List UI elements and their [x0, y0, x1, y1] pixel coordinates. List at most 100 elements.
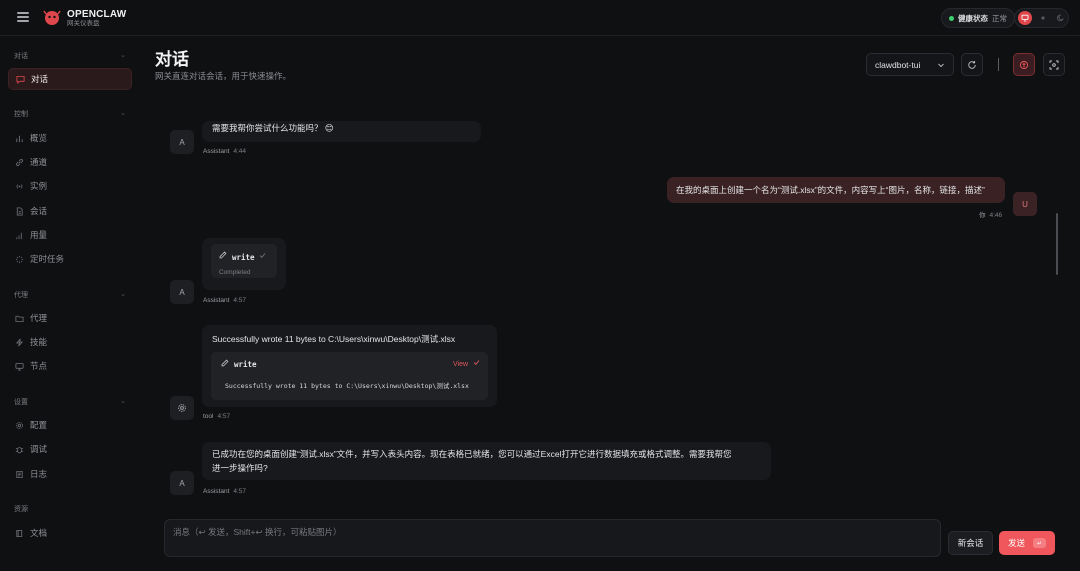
chevron-down-icon: ⌄	[120, 52, 126, 59]
sidebar-item-debug[interactable]: 调试	[8, 438, 132, 460]
theme-system-icon[interactable]	[1018, 11, 1032, 25]
health-value: 正常	[992, 13, 1007, 23]
message-input[interactable]	[165, 520, 940, 556]
sidebar-item-label: 技能	[30, 337, 48, 347]
gear-icon	[178, 404, 186, 412]
top-bar: OPENCLAW 网关仪表盘 健康状态 正常	[0, 0, 1080, 36]
document-icon	[16, 206, 23, 216]
user-message: 在我的桌面上创建一个名为“测试.xlsx”的文件，内容写上“图片，名称，链接，描…	[667, 177, 1005, 203]
brain-icon	[1019, 60, 1029, 69]
send-button[interactable]: 发送 ↵	[999, 531, 1055, 555]
message-time: 4:57	[217, 413, 231, 420]
sidebar-group-control[interactable]: 控制 ⌄	[14, 109, 126, 119]
menu-icon[interactable]	[17, 12, 29, 22]
sidebar-item-config[interactable]: 配置	[8, 414, 132, 436]
sidebar-item-label: 节点	[30, 361, 48, 371]
check-icon	[259, 253, 266, 258]
view-link[interactable]: View	[453, 358, 468, 372]
session-select-value: clawdbot-tui	[875, 59, 921, 70]
session-select[interactable]: clawdbot-tui	[866, 53, 954, 76]
message-meta: Assistant 4:44	[203, 148, 246, 155]
tool-call-card[interactable]: write Completed	[211, 244, 277, 278]
book-icon	[16, 529, 23, 537]
sidebar: 对话 ⌄ 对话 控制 ⌄ 概览 通道 实例 会话 用量 定时任务 代理 ⌄ 代理 技能…	[0, 36, 140, 571]
sidebar-item-nodes[interactable]: 节点	[8, 355, 132, 377]
sidebar-item-agents[interactable]: 代理	[8, 307, 132, 329]
sidebar-group-agents[interactable]: 代理 ⌄	[14, 290, 126, 300]
brand-subtitle: 网关仪表盘	[67, 20, 100, 27]
message-text: 在我的桌面上创建一个名为“测试.xlsx”的文件，内容写上“图片，名称，链接，描…	[676, 185, 985, 195]
tool-output: Successfully wrote 11 bytes to C:\Users\…	[225, 382, 469, 390]
message-meta: tool 4:57	[203, 413, 230, 420]
message-sender: tool	[203, 413, 214, 420]
sidebar-item-skills[interactable]: 技能	[8, 331, 132, 353]
brand: OPENCLAW 网关仪表盘	[67, 9, 126, 28]
sidebar-item-sessions[interactable]: 会话	[8, 200, 132, 222]
sidebar-group-resources[interactable]: 资源	[14, 504, 126, 514]
chevron-down-icon: ⌄	[120, 291, 126, 298]
log-icon	[16, 470, 23, 478]
loader-icon	[15, 255, 24, 263]
avatar: U	[1013, 192, 1037, 216]
logo-icon	[43, 10, 61, 25]
assistant-message: 已成功在您的桌面创建“测试.xlsx”文件，并写入表头内容。现在表格已就绪，您可…	[202, 442, 771, 480]
theme-dark-icon[interactable]	[1054, 11, 1068, 25]
chevron-down-icon: ⌄	[120, 110, 126, 117]
toolbar-divider	[998, 58, 999, 71]
sidebar-item-label: 会话	[30, 206, 48, 216]
sidebar-item-overview[interactable]: 概览	[8, 127, 132, 149]
sidebar-item-label: 代理	[30, 313, 48, 323]
sidebar-item-cron[interactable]: 定时任务	[8, 248, 132, 270]
sidebar-item-label: 通道	[30, 157, 48, 167]
assistant-message: write Completed	[202, 238, 286, 290]
chat-scrollbar[interactable]	[1056, 213, 1058, 275]
check-icon	[473, 360, 480, 365]
theme-switcher	[1014, 8, 1069, 28]
chevron-down-icon	[938, 63, 944, 67]
sidebar-item-docs[interactable]: 文档	[8, 522, 132, 544]
page-title: 对话	[155, 50, 189, 69]
usage-icon	[16, 232, 22, 239]
edit-icon	[219, 251, 227, 259]
sidebar-item-label: 实例	[30, 181, 48, 191]
tool-result-card[interactable]: write View Successfully wrote 11 bytes t…	[211, 352, 488, 400]
message-time: 4:57	[233, 488, 247, 495]
sidebar-item-logs[interactable]: 日志	[8, 463, 132, 485]
theme-light-icon[interactable]	[1036, 11, 1050, 25]
health-status: 健康状态 正常	[941, 8, 1015, 28]
sidebar-item-usage[interactable]: 用量	[8, 224, 132, 246]
message-sender: 你	[979, 212, 986, 219]
refresh-button[interactable]	[961, 53, 983, 76]
sidebar-item-label: 文档	[30, 528, 48, 538]
message-time: 4:57	[233, 297, 247, 304]
tool-message: Successfully wrote 11 bytes to C:\Users\…	[202, 325, 497, 407]
message-meta: 你 4:46	[979, 209, 1002, 219]
zap-icon	[15, 338, 24, 346]
sidebar-item-label: 概览	[30, 133, 48, 143]
bar-chart-icon	[16, 135, 23, 142]
sidebar-item-instances[interactable]: 实例	[8, 175, 132, 197]
sidebar-item-chat[interactable]: 对话	[8, 68, 132, 90]
sidebar-group-settings[interactable]: 设置 ⌄	[14, 397, 126, 407]
refresh-icon	[968, 60, 976, 69]
message-time: 4:44	[233, 148, 247, 155]
message-meta: Assistant 4:57	[203, 488, 246, 495]
message-sender: Assistant	[203, 297, 230, 304]
sidebar-item-label: 定时任务	[30, 254, 65, 264]
sidebar-group-chat[interactable]: 对话 ⌄	[14, 51, 126, 61]
sidebar-item-channels[interactable]: 通道	[8, 151, 132, 173]
message-time: 4:46	[989, 212, 1003, 219]
thinking-toggle-button[interactable]	[1013, 53, 1035, 76]
group-title: 设置	[14, 399, 28, 406]
new-session-button[interactable]: 新会话	[948, 531, 993, 555]
message-sender: Assistant	[203, 488, 230, 495]
gear-avatar	[170, 396, 194, 420]
tool-name: write	[234, 360, 257, 369]
avatar: A	[170, 280, 194, 304]
broadcast-icon	[16, 183, 23, 189]
tool-status: Completed	[219, 269, 251, 276]
bug-icon	[15, 446, 24, 453]
avatar: A	[170, 130, 194, 154]
chat-icon	[16, 75, 25, 84]
focus-mode-button[interactable]	[1043, 53, 1065, 76]
